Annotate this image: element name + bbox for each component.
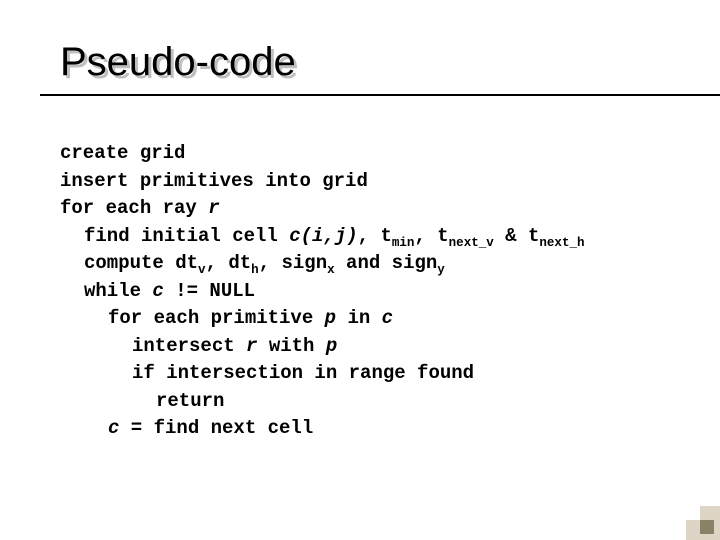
slide-title: Pseudo-code [60,40,675,85]
code-var: p [326,335,337,357]
slide: Pseudo-code Pseudo-code create grid inse… [0,0,720,540]
code-text: , dt [206,252,252,274]
code-sub: next_h [539,235,584,249]
code-text: find initial cell [84,225,289,247]
code-sub: h [251,263,259,277]
code-line: if intersection in range found [60,360,675,388]
code-line: intersect r with p [60,333,675,361]
code-text: with [257,335,325,357]
code-line: for each primitive p in c [60,305,675,333]
code-text: while [84,280,152,302]
code-line: while c != NULL [60,278,675,306]
code-sub: y [437,263,445,277]
code-var: r [246,335,257,357]
code-line: insert primitives into grid [60,168,675,196]
code-line: for each ray r [60,195,675,223]
code-sub: next_v [449,235,494,249]
code-var: p [325,307,336,329]
code-sub: v [198,263,206,277]
code-text: , t [358,225,392,247]
code-text: , t [414,225,448,247]
pseudocode-block: create grid insert primitives into grid … [60,140,675,443]
code-var: c [108,417,119,439]
code-text: intersect [132,335,246,357]
code-text: & t [494,225,540,247]
code-line: c = find next cell [60,415,675,443]
code-var: c [382,307,393,329]
code-line: compute dtv, dth, signx and signy [60,250,675,278]
code-text: for each ray [60,197,208,219]
code-text: = find next cell [119,417,313,439]
code-sub: x [327,263,335,277]
code-text: , sign [259,252,327,274]
code-var: r [208,197,219,219]
code-text: compute dt [84,252,198,274]
code-line: find initial cell c(i,j), tmin, tnext_v … [60,223,675,251]
title-underline [40,94,720,96]
code-var: c(i,j) [289,225,357,247]
code-text: != NULL [164,280,255,302]
code-line: return [60,388,675,416]
code-line: create grid [60,140,675,168]
title-area: Pseudo-code Pseudo-code [60,40,675,85]
code-var: c [152,280,163,302]
corner-square-icon [700,520,714,534]
code-text: and sign [335,252,438,274]
code-text: in [336,307,382,329]
code-sub: min [392,235,415,249]
code-text: for each primitive [108,307,325,329]
